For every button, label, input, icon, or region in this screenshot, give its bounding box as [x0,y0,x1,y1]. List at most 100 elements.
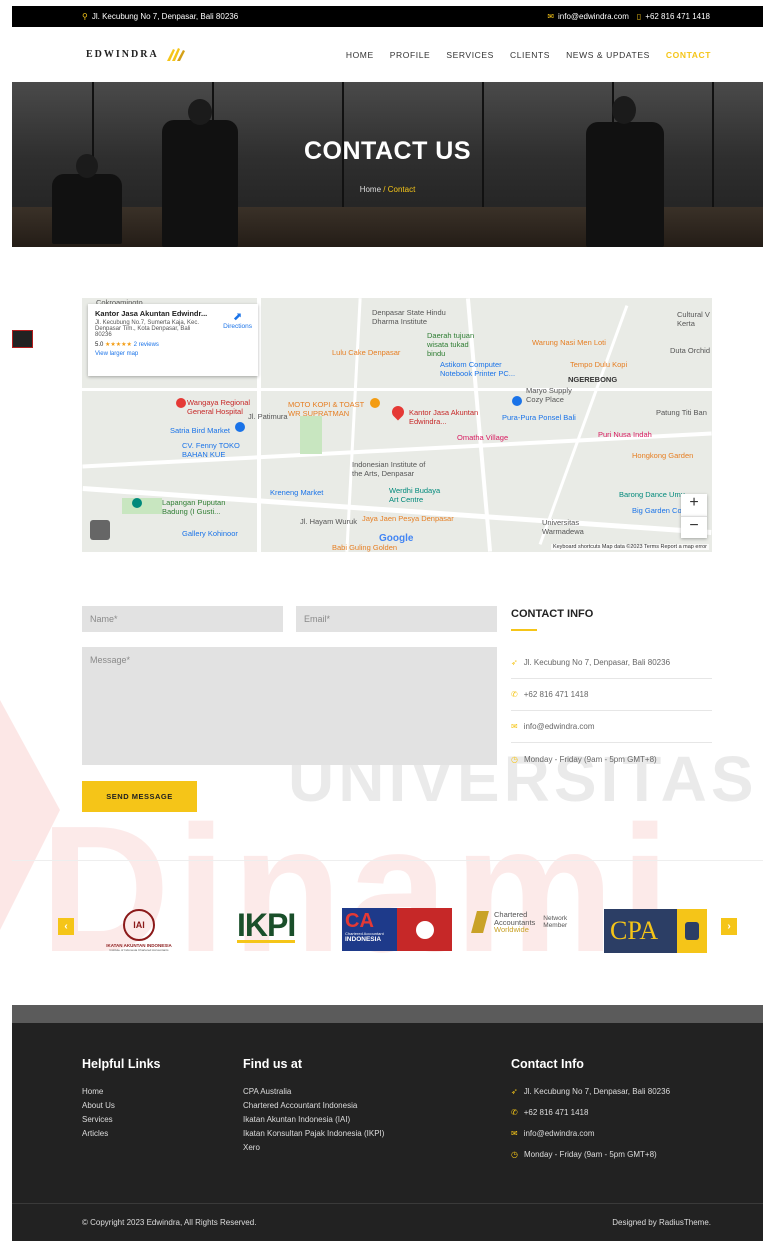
ikpi-text: IKPI [237,907,296,943]
contact-hours: Monday - Friday (9am - 5pm GMT+8) [523,754,657,764]
map-label: Barong Dance Umu [619,490,685,499]
partner-logo-ikpi[interactable]: IKPI [237,907,296,943]
contact-email[interactable]: info@edwindra.com [524,722,595,731]
name-input[interactable]: Name* [82,606,283,632]
phone-icon: ✆ [511,1108,518,1117]
footer-link-about[interactable]: About Us [82,1101,160,1110]
footer-link-cpa-australia[interactable]: CPA Australia [243,1087,384,1096]
footer-email[interactable]: info@edwindra.com [524,1129,595,1138]
clock-icon: ◷ [511,754,518,764]
footer-link-home[interactable]: Home [82,1087,160,1096]
cafe-pin-icon[interactable] [370,398,380,408]
breadcrumb: Home / Contact [12,185,763,194]
google-logo: Google [379,533,414,544]
nav-profile[interactable]: PROFILE [390,50,431,60]
contact-address-row: ➶ Jl. Kecubung No 7, Denpasar, Bali 8023… [511,647,712,679]
email-input[interactable]: Email* [296,606,497,632]
contact-phone-row: ✆ +62 816 471 1418 [511,679,712,711]
breadcrumb-home[interactable]: Home [360,185,381,194]
view-larger-map-link[interactable]: View larger map [95,351,251,357]
hospital-pin-icon[interactable] [176,398,186,408]
site-footer: Helpful Links Home About Us Services Art… [12,1023,763,1241]
map-label: Puri Nusa Indah [598,430,652,439]
map-label: Babi Guling Golden [332,543,398,552]
zoom-out-button[interactable]: − [681,516,707,538]
rating-value: 5.0 [95,342,104,348]
partner-logo-iai[interactable]: IAI IKATAN AKUNTAN INDONESIA Institute o… [94,909,184,954]
find-us-title: Find us at [243,1057,303,1071]
iai-subcaption: Institute of Indonesia Chartered Account… [109,948,169,952]
footer-link-ca-indonesia[interactable]: Chartered Accountant Indonesia [243,1101,384,1110]
market-pin-icon[interactable] [235,422,245,432]
cai-network-line2: Member [543,922,568,930]
nav-home[interactable]: HOME [346,50,374,60]
partner-logo-cpa[interactable]: CPA [604,909,707,953]
nav-contact[interactable]: CONTACT [666,50,711,60]
topbar-phone[interactable]: +62 816 471 1418 [645,12,710,21]
map-label: Warung Nasi Men Loti [532,338,606,347]
logo-mark-icon [166,47,185,61]
nav-news-updates[interactable]: NEWS & UPDATES [566,50,650,60]
partner-logo-cai[interactable]: Chartered Accountants Worldwide Network … [471,911,568,934]
map-label: Werdhi Budaya Art Centre [389,486,441,504]
breadcrumb-separator: / [383,185,386,194]
carousel-next-button[interactable]: › [721,918,737,935]
footer-phone[interactable]: +62 816 471 1418 [524,1108,589,1117]
map-label: Gallery Kohinoor [182,529,238,538]
map-place-card: Kantor Jasa Akuntan Edwindr... Jl. Kecub… [88,304,258,376]
map-label: Universitas Warmadewa [542,518,584,536]
footer-link-xero[interactable]: Xero [243,1143,384,1152]
directions-button[interactable]: ⬈ Directions [223,310,252,330]
footer-email-row: ✉ info@edwindra.com [511,1129,670,1138]
map-label: Daerah tujuan wisata tukad bindu [427,331,475,358]
cai-text: Chartered Accountants Worldwide [494,911,535,934]
map-pin-icon[interactable] [389,403,407,421]
park-pin-icon[interactable] [132,498,142,508]
designed-by-link[interactable]: Designed by RadiusTheme. [612,1218,711,1227]
nav-services[interactable]: SERVICES [446,50,494,60]
location-pin-icon: ⚲ [82,12,88,21]
partner-logo-ca[interactable]: CA Chartered Accountant INDONESIA [342,908,452,951]
hero-banner: CONTACT US Home / Contact [12,82,763,247]
envelope-icon: ✉ [511,722,518,731]
map-label: Tempo Dulu Kopi [570,360,628,369]
map-label: Pura-Pura Ponsel Bali [502,413,576,422]
person-head [188,99,212,125]
star-rating-icon: ★★★★★ [105,342,132,348]
map-label: MOTO KOPI & TOAST WR SUPRATMAN [288,400,365,418]
satellite-toggle-icon[interactable] [90,520,110,540]
reviews-link[interactable]: 2 reviews [134,342,159,348]
map-attribution[interactable]: Keyboard shortcuts Map data ©2023 Terms … [550,544,709,550]
map-card-rating: 5.0 ★★★★★ 2 reviews [95,341,251,348]
footer-link-articles[interactable]: Articles [82,1129,160,1138]
side-widget-icon[interactable] [12,330,33,348]
send-message-button[interactable]: SEND MESSAGE [82,781,197,812]
cpa-crest-icon [685,922,699,940]
shop-pin-icon[interactable] [512,396,522,406]
topbar-address-text: Jl. Kecubung No 7, Denpasar, Bali 80236 [91,12,239,21]
map-label: Duta Orchid [670,346,711,355]
map-label: NGEREBONG [568,375,618,384]
cpa-text: CPA [610,916,659,945]
topbar-contact: ✉ info@edwindra.com ▯ +62 816 471 1418 [547,12,710,21]
footer-link-ikpi[interactable]: Ikatan Konsultan Pajak Indonesia (IKPI) [243,1129,384,1138]
zoom-in-button[interactable]: + [681,494,707,516]
map-label: Cultural V Kerta [677,310,710,328]
map-label: Indonesian Institute of the Arts, Denpas… [352,460,426,478]
carousel-prev-button[interactable]: ‹ [58,918,74,935]
logo[interactable]: EDWINDRA [86,47,187,63]
contact-phone[interactable]: +62 816 471 1418 [524,690,589,699]
map-label: Kantor Jasa Akuntan Edwindra... [409,408,479,426]
footer-hours-row: ◷ Monday - Friday (9am - 5pm GMT+8) [511,1150,670,1159]
footer-link-services[interactable]: Services [82,1115,160,1124]
message-textarea[interactable]: Message* [82,647,497,765]
topbar-email[interactable]: info@edwindra.com [558,12,629,21]
ca-blue-panel: CA Chartered Accountant INDONESIA [342,908,397,951]
nav-clients[interactable]: CLIENTS [510,50,550,60]
footer-bottom-bar: © Copyright 2023 Edwindra, All Rights Re… [12,1203,763,1241]
embedded-map[interactable]: Cokroaminoto Denpasar State Hindu Dharma… [82,298,712,552]
map-label: Denpasar State Hindu Dharma Institute [372,308,446,326]
footer-link-iai[interactable]: Ikatan Akuntan Indonesia (IAI) [243,1115,384,1124]
footer-phone-row: ✆ +62 816 471 1418 [511,1108,670,1117]
location-arrow-icon: ➶ [511,658,518,667]
